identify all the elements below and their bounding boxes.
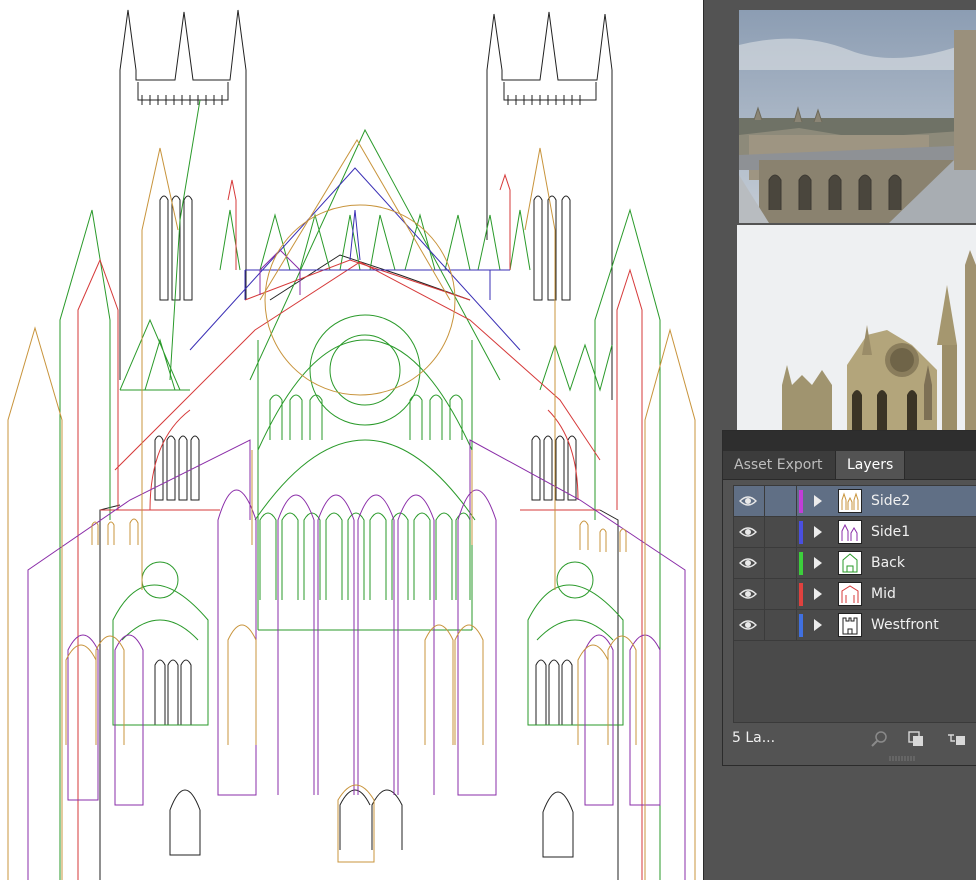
triangle-right-icon[interactable] — [814, 619, 822, 631]
layer-name[interactable]: Side2 — [871, 486, 910, 517]
eye-icon[interactable] — [738, 553, 758, 573]
clipping-mask-icon[interactable] — [906, 729, 926, 749]
layer-thumbnail — [838, 582, 862, 606]
divider — [796, 548, 797, 578]
divider — [796, 579, 797, 609]
layer-thumbnail — [838, 520, 862, 544]
divider — [796, 486, 797, 516]
layer-name[interactable]: Side1 — [871, 517, 910, 548]
eye-icon[interactable] — [738, 584, 758, 604]
layers-count: 5 La... — [732, 730, 776, 746]
layer-color-swatch — [799, 521, 803, 544]
layer-name[interactable]: Back — [871, 548, 905, 579]
eye-icon[interactable] — [738, 491, 758, 511]
sublayer-icon[interactable] — [946, 729, 966, 749]
panel-resize-grip[interactable] — [889, 756, 917, 761]
layer-color-swatch — [799, 552, 803, 575]
layer-name[interactable]: Westfront — [871, 610, 939, 641]
divider — [764, 610, 765, 640]
layer-thumbnail — [838, 613, 862, 637]
panel-tab-bar: Asset Export Layers — [723, 451, 976, 480]
divider — [796, 610, 797, 640]
divider — [764, 548, 765, 578]
triangle-right-icon[interactable] — [814, 495, 822, 507]
layer-row-mid[interactable]: Mid — [734, 579, 976, 610]
triangle-right-icon[interactable] — [814, 526, 822, 538]
panel-title-bar[interactable] — [723, 431, 976, 451]
magnifier-icon[interactable] — [869, 729, 889, 749]
layer-list: Side2 Side1 Back Mid Westfront — [733, 485, 976, 723]
reference-photo-rooftop — [739, 10, 976, 223]
cathedral-line-drawing — [7, 9, 696, 880]
layer-color-swatch — [799, 490, 803, 513]
panel-footer: 5 La... — [723, 727, 976, 755]
layer-row-side1[interactable]: Side1 — [734, 517, 976, 548]
triangle-right-icon[interactable] — [814, 588, 822, 600]
divider — [796, 517, 797, 547]
tab-layers[interactable]: Layers — [835, 451, 906, 479]
layer-color-swatch — [799, 583, 803, 606]
triangle-right-icon[interactable] — [814, 557, 822, 569]
layers-panel: Asset Export Layers Side2 Side1 Back Mid… — [722, 430, 976, 766]
divider — [764, 579, 765, 609]
eye-icon[interactable] — [738, 522, 758, 542]
eye-icon[interactable] — [738, 615, 758, 635]
layer-color-swatch — [799, 614, 803, 637]
artboard[interactable] — [0, 0, 704, 880]
layer-row-back[interactable]: Back — [734, 548, 976, 579]
layer-thumbnail — [838, 551, 862, 575]
divider — [764, 517, 765, 547]
reference-photo-cathedral — [737, 225, 976, 430]
tab-asset-export[interactable]: Asset Export — [723, 451, 834, 479]
layer-row-side2[interactable]: Side2 — [734, 486, 976, 517]
layer-row-westfront[interactable]: Westfront — [734, 610, 976, 641]
layer-thumbnail — [838, 489, 862, 513]
divider — [764, 486, 765, 516]
layer-name[interactable]: Mid — [871, 579, 896, 610]
